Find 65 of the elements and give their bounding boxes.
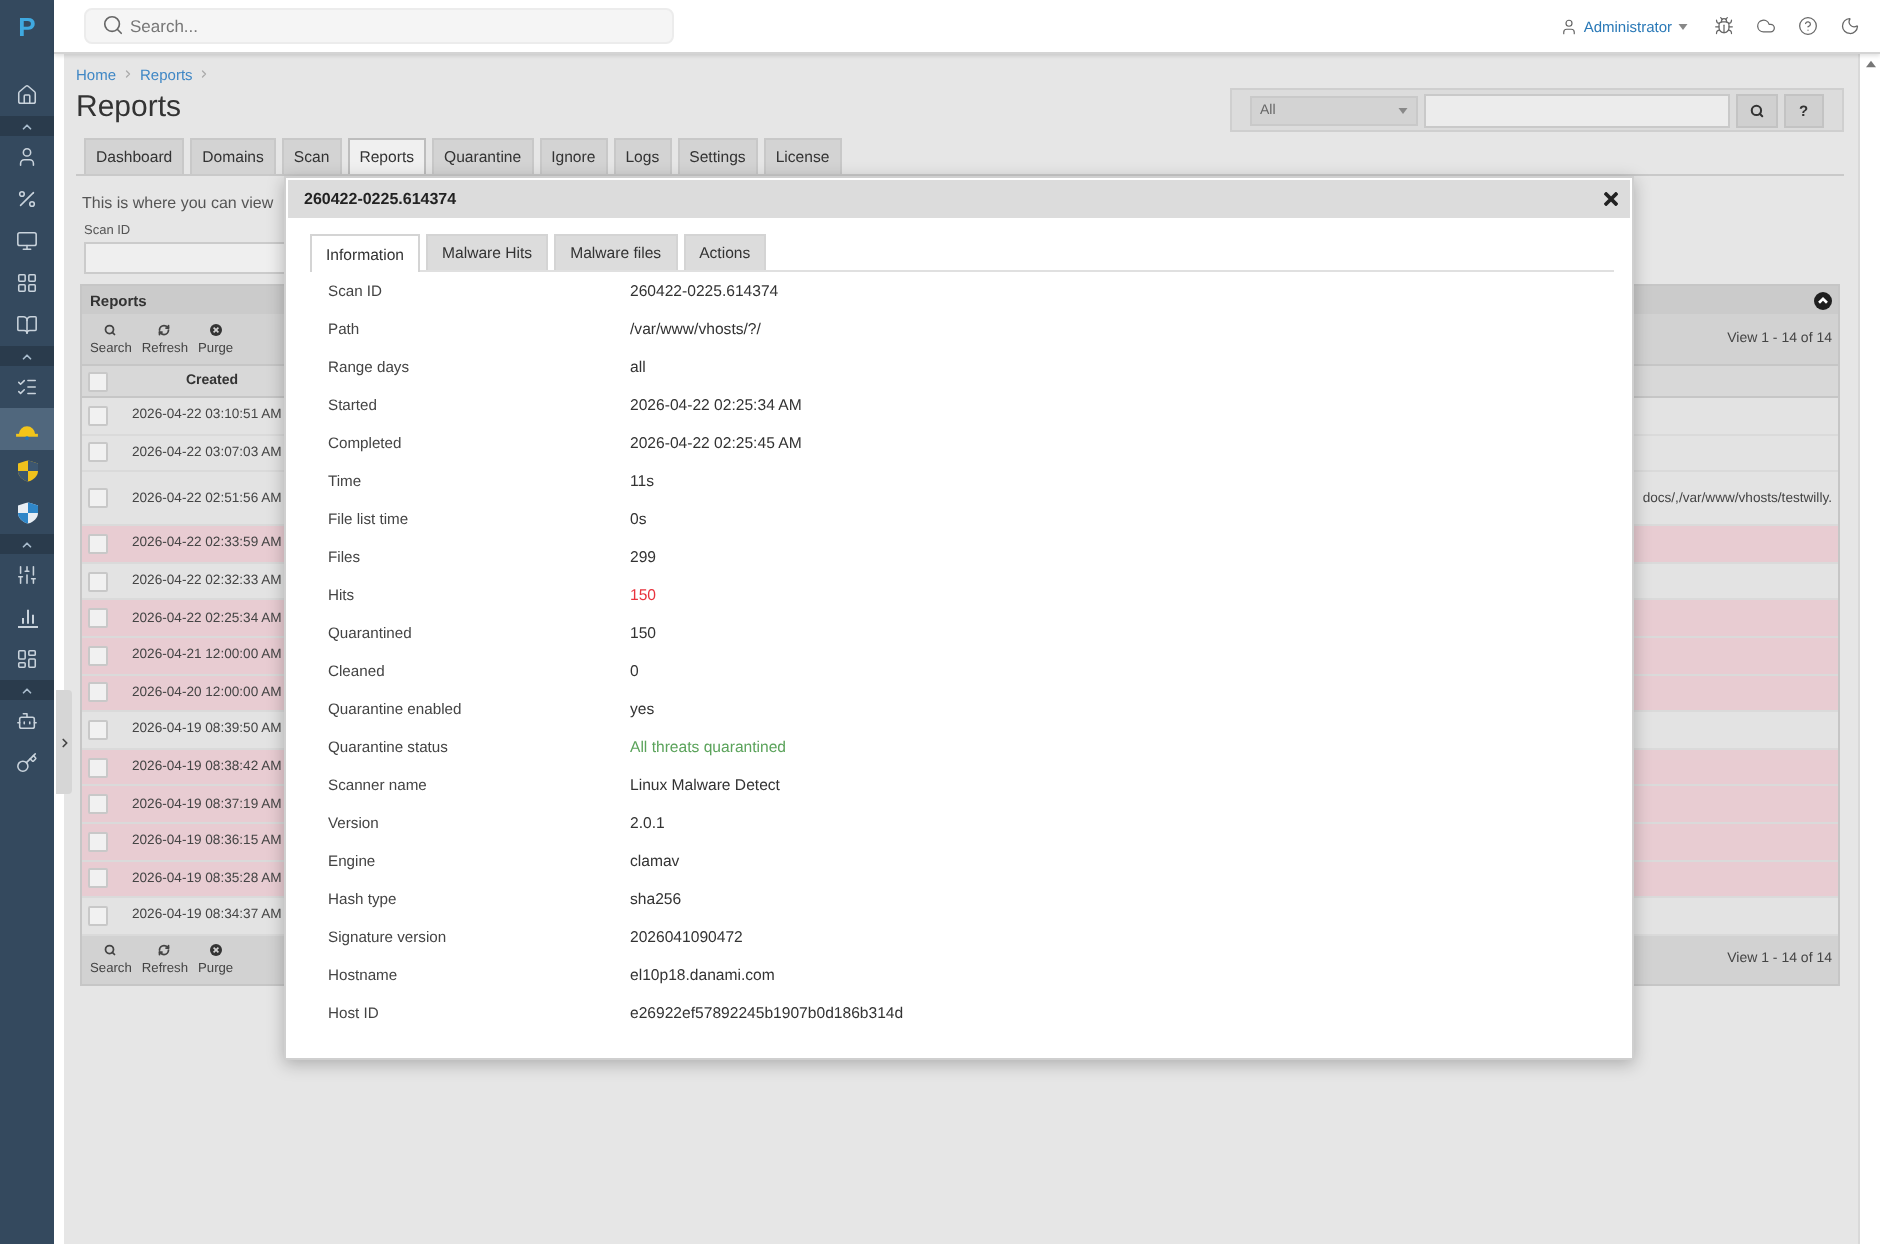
row-checkbox[interactable]: [88, 831, 108, 852]
chevron-circle-icon[interactable]: [1814, 291, 1832, 309]
layout-icon: [16, 648, 38, 670]
row-checkbox[interactable]: [88, 794, 108, 815]
row-checkbox[interactable]: [88, 757, 108, 778]
intro-text: This is where you can view: [80, 194, 274, 214]
caret-icon: [1678, 23, 1688, 29]
scrollbar-track[interactable]: [1858, 54, 1880, 1244]
refresh-icon: [158, 323, 171, 335]
search-icon: [104, 323, 117, 335]
scroll-up-icon[interactable]: [1865, 60, 1875, 68]
user-icon: [16, 146, 38, 168]
search-icon: [104, 943, 117, 956]
book-icon: [16, 314, 38, 336]
row-checkbox[interactable]: [88, 719, 108, 740]
cloud-icon[interactable]: [1756, 16, 1776, 36]
grid-icon: [16, 272, 38, 294]
help-icon[interactable]: [1798, 16, 1818, 36]
section-toggle[interactable]: [0, 680, 54, 700]
percent-icon: [16, 188, 38, 210]
home-icon: [16, 84, 38, 106]
select-all-checkbox[interactable]: [88, 371, 108, 391]
row-checkbox[interactable]: [88, 571, 108, 592]
checklist-icon: [16, 376, 38, 398]
row-checkbox[interactable]: [88, 405, 108, 426]
search-input[interactable]: [1424, 93, 1730, 127]
monitor-icon: [16, 230, 38, 252]
dialog-title: 260422-0225.614374: [304, 190, 457, 208]
sliders-icon: [16, 564, 38, 586]
shield-icon: [17, 460, 37, 482]
row-checkbox[interactable]: [88, 533, 108, 554]
close-icon: [1604, 192, 1618, 206]
section-toggle[interactable]: [0, 534, 54, 554]
search-field[interactable]: Search...: [84, 8, 674, 44]
section-toggle[interactable]: [0, 346, 54, 366]
sidebar-item[interactable]: [0, 408, 54, 450]
user-icon: [1559, 17, 1578, 35]
cross-circle-icon: [209, 943, 222, 956]
section-toggle[interactable]: [0, 116, 54, 136]
refresh-icon: [158, 943, 171, 956]
chevron-right-icon: [57, 735, 71, 749]
row-checkbox[interactable]: [88, 868, 108, 889]
bar-chart-icon: [17, 607, 37, 627]
search-button[interactable]: [1736, 93, 1777, 127]
key-icon: [16, 752, 38, 774]
close-button[interactable]: [1604, 192, 1618, 206]
shield-icon: [17, 502, 37, 524]
row-checkbox[interactable]: [88, 488, 108, 509]
row-checkbox[interactable]: [88, 442, 108, 463]
bug-icon[interactable]: [1714, 16, 1734, 36]
search-icon: [102, 14, 124, 36]
caret-icon: [1398, 107, 1408, 113]
row-checkbox[interactable]: [88, 645, 108, 666]
cross-circle-icon: [209, 323, 222, 335]
search-icon: [1749, 103, 1764, 117]
row-checkbox[interactable]: [88, 905, 108, 926]
row-checkbox[interactable]: [88, 682, 108, 703]
sidebar-toggle[interactable]: [56, 690, 72, 794]
chevron-right-icon: [122, 68, 135, 80]
app-logo[interactable]: P: [18, 14, 36, 40]
row-checkbox[interactable]: [88, 608, 108, 629]
moon-icon[interactable]: [1840, 16, 1860, 36]
chevron-right-icon: [198, 68, 211, 80]
robot-icon: [16, 710, 38, 732]
page-title: Reports: [76, 88, 182, 128]
